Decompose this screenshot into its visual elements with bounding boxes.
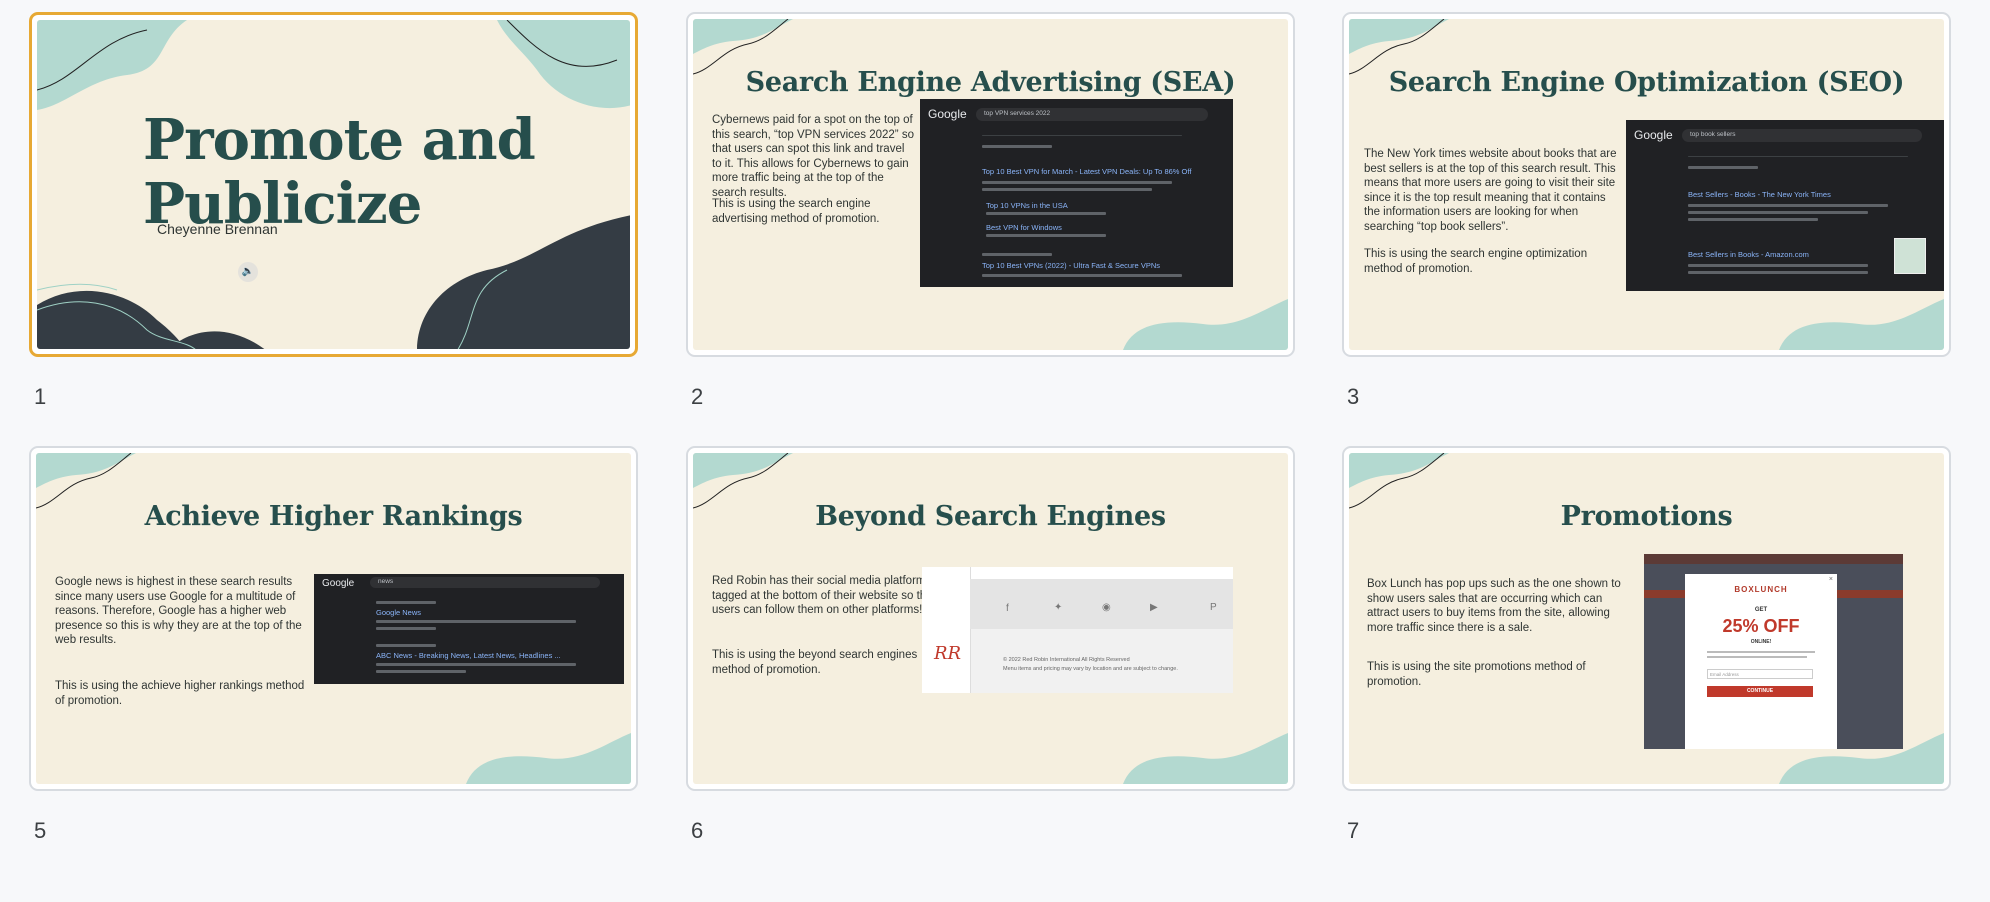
website-popup-screenshot: × BOXLUNCH GET 25% OFF ONLINE! Email Add… bbox=[1644, 554, 1903, 749]
continue-button[interactable]: CONTINUE bbox=[1707, 686, 1813, 697]
slide-thumbnail-7[interactable]: Promotions Box Lunch has pop ups such as… bbox=[1342, 446, 1951, 843]
slide-thumbnail-3[interactable]: Search Engine Optimization (SEO) The New… bbox=[1342, 12, 1951, 409]
pinterest-icon[interactable]: P bbox=[1210, 602, 1217, 613]
slide-paragraph-1: Box Lunch has pop ups such as the one sh… bbox=[1367, 578, 1621, 634]
book-thumbnail-image bbox=[1894, 238, 1926, 274]
google-logo: Google bbox=[928, 107, 967, 121]
youtube-icon[interactable]: ▶ bbox=[1150, 602, 1158, 613]
red-robin-logo: RR bbox=[934, 643, 962, 664]
slide-canvas: Promotions Box Lunch has pop ups such as… bbox=[1349, 453, 1944, 784]
slide-thumbnail-2[interactable]: Search Engine Advertising (SEA) Cybernew… bbox=[686, 12, 1295, 409]
search-result-link: Google News bbox=[376, 608, 422, 617]
slide-title: Beyond Search Engines bbox=[815, 501, 1166, 532]
slide-title: Promotions bbox=[1560, 501, 1733, 532]
slide-number: 2 bbox=[691, 384, 704, 409]
slide-canvas: Search Engine Optimization (SEO) The New… bbox=[1349, 19, 1944, 350]
slide-number: 7 bbox=[1347, 818, 1360, 843]
google-logo: Google bbox=[322, 578, 355, 589]
boxlunch-logo: BOXLUNCH bbox=[1734, 585, 1788, 594]
search-result-link: Top 10 Best VPNs (2022) - Ultra Fast & S… bbox=[982, 261, 1160, 270]
slide-paragraph-1: The New York times website about books t… bbox=[1364, 148, 1617, 233]
slide-paragraph-2: This is using the search engine optimiza… bbox=[1364, 248, 1588, 275]
slide-paragraph-2: This is using the beyond search engines … bbox=[712, 649, 918, 676]
search-result-link: Best Sellers - Books - The New York Time… bbox=[1688, 190, 1831, 199]
search-result-link: Best VPN for Windows bbox=[986, 223, 1062, 232]
slide-title: Achieve Higher Rankings bbox=[144, 501, 523, 532]
close-icon[interactable]: × bbox=[1829, 576, 1833, 583]
google-logo: Google bbox=[1634, 128, 1673, 142]
search-query: top VPN services 2022 bbox=[984, 110, 1051, 117]
slide-paragraph-1: Red Robin has their social media platfor… bbox=[712, 575, 936, 617]
search-result-link: Top 10 Best VPN for March - Latest VPN D… bbox=[982, 167, 1192, 176]
slide-paragraph-2: This is using the site promotions method… bbox=[1367, 661, 1586, 688]
slide-number: 5 bbox=[34, 818, 47, 843]
author-name: Cheyenne Brennan bbox=[157, 221, 278, 237]
slide-canvas: Promote and Publicize Cheyenne Brennan 🔈 bbox=[37, 20, 630, 349]
promo-get-label: GET bbox=[1754, 607, 1768, 613]
facebook-icon[interactable]: f bbox=[1006, 603, 1009, 614]
slide-number: 3 bbox=[1347, 384, 1360, 409]
title-slide-heading: Promote and Publicize bbox=[143, 107, 536, 236]
slide-canvas: Achieve Higher Rankings Google news is h… bbox=[36, 453, 631, 784]
search-query: top book sellers bbox=[1690, 131, 1736, 138]
slide-paragraph-1: Google news is highest in these search r… bbox=[55, 576, 302, 647]
search-query: news bbox=[378, 578, 394, 585]
slide-paragraph-2: This is using the search engine advertis… bbox=[712, 198, 880, 225]
slide-title: Search Engine Advertising (SEA) bbox=[745, 67, 1236, 98]
google-search-screenshot: Google top book sellers Best Sellers - B… bbox=[1626, 120, 1944, 291]
search-bar bbox=[370, 577, 600, 588]
slide-thumbnail-6[interactable]: Beyond Search Engines Red Robin has thei… bbox=[686, 446, 1295, 843]
twitter-icon[interactable]: ✦ bbox=[1054, 602, 1062, 613]
search-result-link: ABC News - Breaking News, Latest News, H… bbox=[376, 651, 561, 660]
promo-offer: 25% OFF bbox=[1722, 616, 1800, 636]
slide-title: Search Engine Optimization (SEO) bbox=[1388, 67, 1905, 98]
copyright-text: © 2022 Red Robin International All Right… bbox=[1003, 657, 1130, 663]
title-line-1: Promote and bbox=[143, 107, 536, 173]
speaker-icon[interactable]: 🔈 bbox=[238, 262, 258, 282]
pricing-note: Menu items and pricing may vary by locat… bbox=[1003, 666, 1178, 672]
search-result-link: Best Sellers in Books - Amazon.com bbox=[1688, 250, 1809, 259]
instagram-icon[interactable]: ◉ bbox=[1102, 602, 1111, 613]
email-input[interactable]: Email Address bbox=[1707, 669, 1813, 679]
slide-number: 1 bbox=[34, 384, 47, 409]
website-footer-screenshot: RR f ✦ ◉ ▶ P © 2022 Red Robin Internatio… bbox=[922, 567, 1233, 693]
google-search-screenshot: Google top VPN services 2022 Top 10 Best… bbox=[920, 99, 1233, 287]
slide-number: 6 bbox=[691, 818, 704, 843]
slide-thumbnail-1[interactable]: Promote and Publicize Cheyenne Brennan 🔈… bbox=[29, 12, 638, 409]
slide-paragraph-2: This is using the achieve higher ranking… bbox=[55, 680, 305, 707]
google-search-screenshot: Google news Google News ABC News - Break… bbox=[314, 574, 624, 684]
slide-thumbnail-5[interactable]: Achieve Higher Rankings Google news is h… bbox=[29, 446, 638, 843]
slide-paragraph-1: Cybernews paid for a spot on the top of … bbox=[712, 114, 914, 199]
slide-canvas: Search Engine Advertising (SEA) Cybernew… bbox=[693, 19, 1288, 350]
search-result-link: Top 10 VPNs in the USA bbox=[986, 201, 1068, 210]
promo-popup: × BOXLUNCH GET 25% OFF ONLINE! Email Add… bbox=[1685, 574, 1837, 749]
promo-online-label: ONLINE! bbox=[1750, 639, 1772, 645]
slide-canvas: Beyond Search Engines Red Robin has thei… bbox=[693, 453, 1288, 784]
